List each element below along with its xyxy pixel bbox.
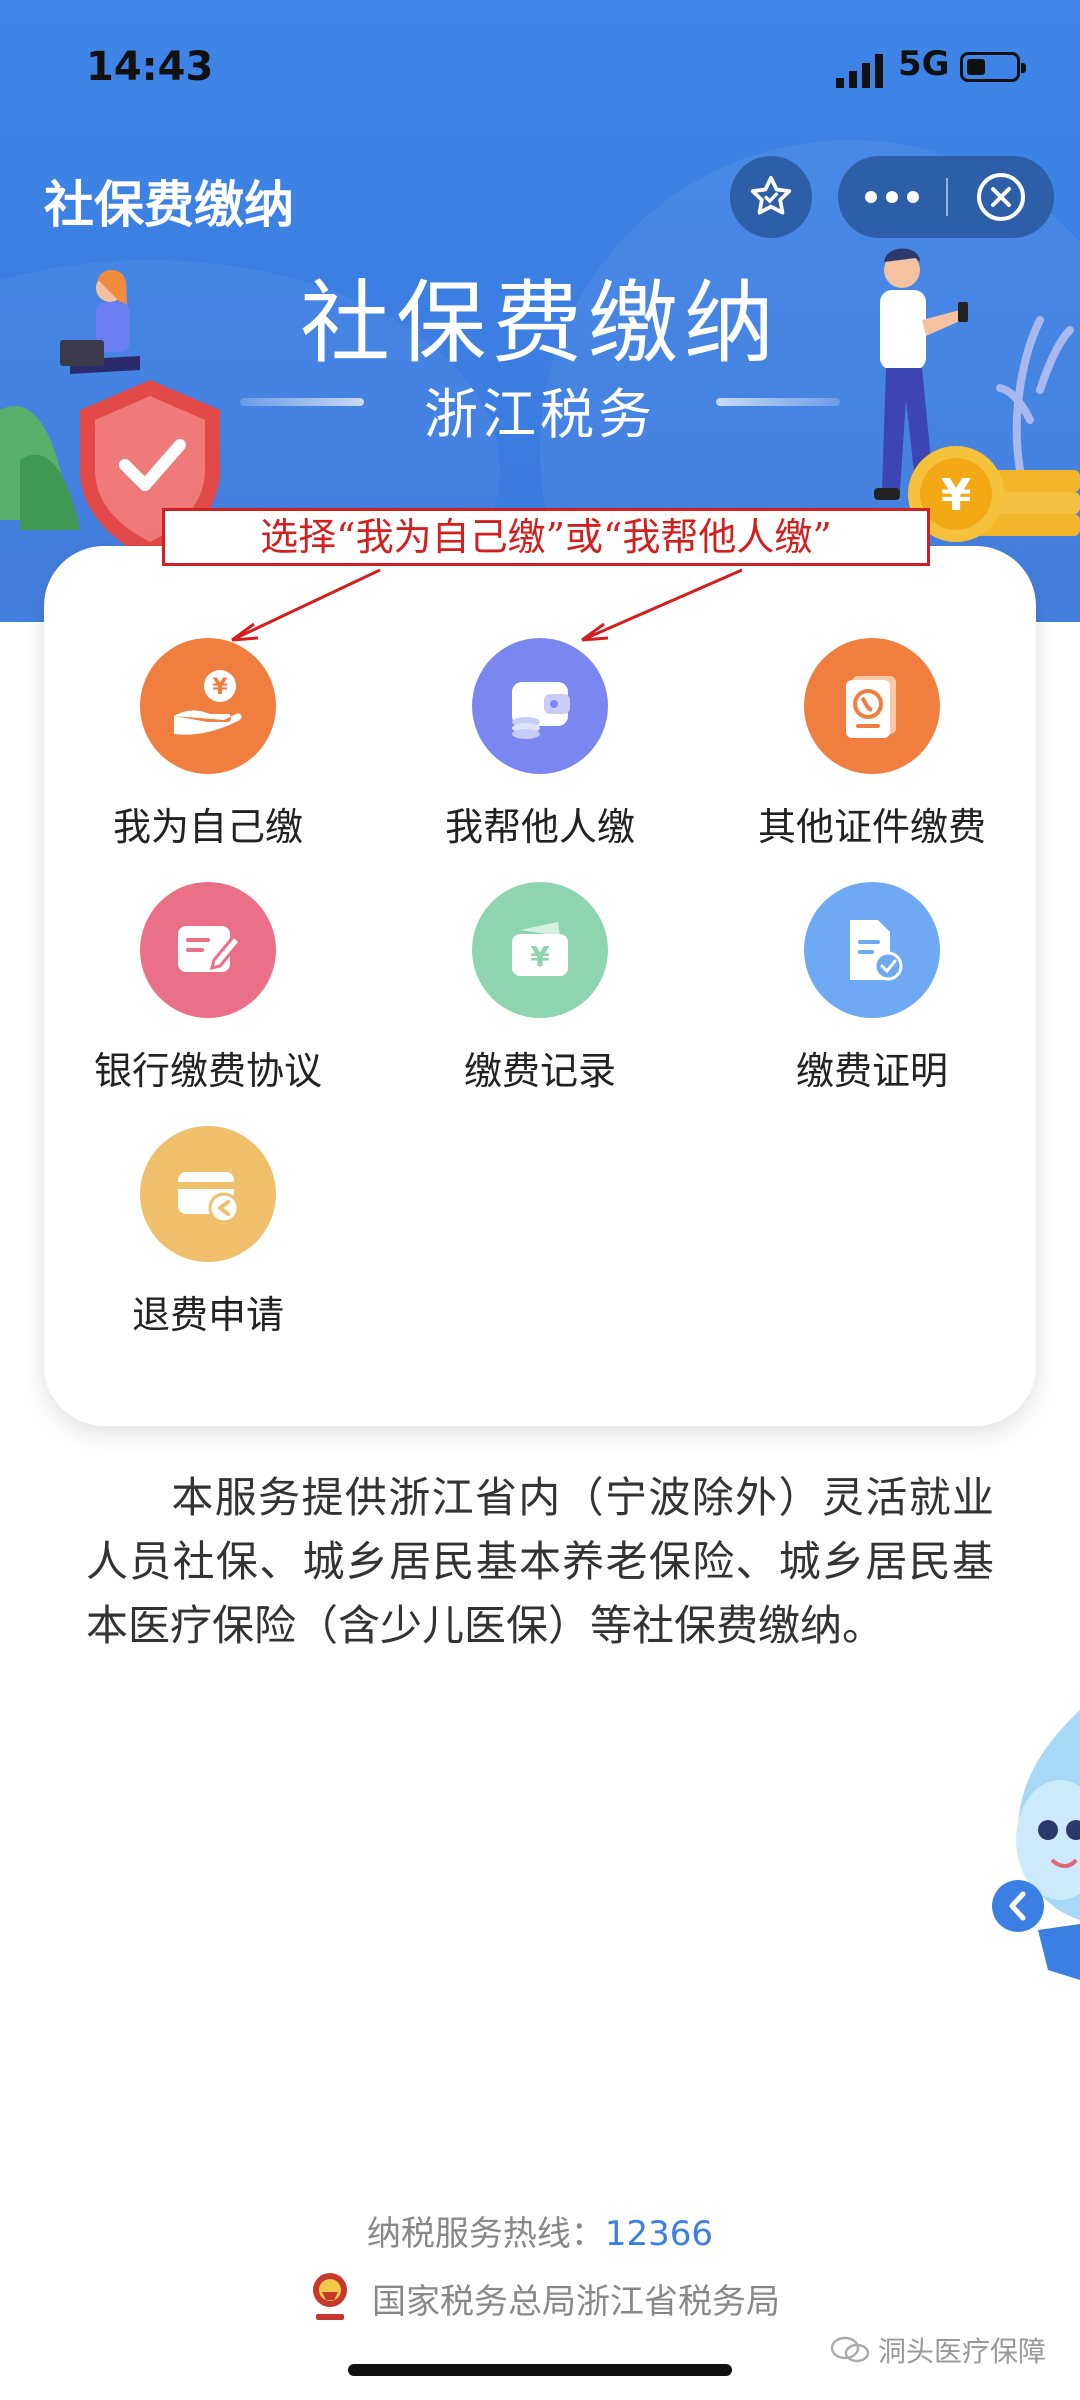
menu-other-documents[interactable]: 其他证件缴费 — [722, 638, 1022, 851]
hand-coin-icon: ¥ — [174, 670, 242, 735]
more-dots-icon — [865, 191, 919, 203]
card-refund-icon — [178, 1172, 240, 1224]
mini-program-capsule — [838, 156, 1054, 238]
mascot-assistant-icon[interactable] — [978, 1710, 1080, 1980]
service-menu-card: ¥ 我为自己缴 我帮他人缴 其他证件缴费 银行缴费协议 ¥ 缴费记录 缴费证明 … — [44, 546, 1036, 1426]
menu-label: 我为自己缴 — [112, 805, 303, 849]
annotation-label: 选择“我为自己缴”或“我帮他人缴” — [162, 508, 930, 566]
certificate-icon — [850, 920, 903, 981]
service-description: 本服务提供浙江省内（宁波除外）灵活就业人员社保、城乡居民基本养老保险、城乡居民基… — [86, 1473, 994, 1650]
menu-label: 缴费证明 — [795, 1049, 948, 1093]
menu-label: 缴费记录 — [463, 1049, 616, 1093]
annotation-arrows — [231, 568, 743, 642]
certificate-icon-wrap — [804, 882, 940, 1018]
menu-pay-for-self[interactable]: ¥ 我为自己缴 — [58, 638, 358, 851]
footer-hotline: 纳税服务热线：12366 — [0, 2206, 1080, 2255]
organization-name: 国家税务总局浙江省税务局 — [372, 2281, 780, 2322]
hotline-number[interactable]: 12366 — [605, 2214, 713, 2254]
wallet-icon — [512, 682, 570, 739]
menu-label: 其他证件缴费 — [757, 805, 986, 849]
app-title: 社保费缴纳 — [44, 176, 294, 234]
menu-refund-application[interactable]: 退费申请 — [58, 1126, 358, 1339]
wallet-yuan-icon: ¥ — [512, 922, 568, 976]
signal-icon — [836, 54, 883, 88]
menu-payment-certificate[interactable]: 缴费证明 — [722, 882, 1022, 1095]
card-refund-icon-wrap — [140, 1126, 276, 1262]
svg-text:¥: ¥ — [530, 940, 550, 973]
close-button[interactable] — [948, 156, 1054, 238]
menu-bank-agreement[interactable]: 银行缴费协议 — [58, 882, 358, 1095]
close-circle-icon — [977, 173, 1025, 221]
network-type: 5G — [898, 44, 950, 84]
more-button[interactable] — [838, 156, 946, 238]
battery-icon — [960, 52, 1026, 82]
home-indicator[interactable] — [348, 2364, 732, 2376]
status-time: 14:43 — [86, 44, 214, 90]
menu-label: 退费申请 — [131, 1293, 284, 1337]
menu-label: 银行缴费协议 — [93, 1049, 322, 1093]
edit-document-icon — [178, 926, 243, 972]
wallet-yuan-icon-wrap: ¥ — [472, 882, 608, 1018]
edit-document-icon-wrap — [140, 882, 276, 1018]
watermark: 洞头医疗保障 — [830, 2330, 1046, 2370]
menu-pay-for-others[interactable]: 我帮他人缴 — [390, 638, 690, 851]
svg-text:¥: ¥ — [941, 470, 972, 521]
status-bar: 14:43 5G — [0, 44, 1080, 94]
footer-organization: 国家税务总局浙江省税务局 — [310, 2268, 780, 2328]
decor-line-right — [716, 398, 840, 406]
menu-payment-records[interactable]: ¥ 缴费记录 — [390, 882, 690, 1095]
wechat-icon — [830, 2336, 870, 2363]
passport-icon — [846, 676, 896, 738]
svg-text:¥: ¥ — [212, 675, 228, 700]
favorite-button[interactable] — [730, 156, 812, 238]
tax-emblem-icon — [313, 2273, 347, 2320]
hotline-label: 纳税服务热线： — [366, 2214, 605, 2254]
star-icon — [750, 175, 792, 215]
menu-label: 我帮他人缴 — [444, 805, 635, 849]
